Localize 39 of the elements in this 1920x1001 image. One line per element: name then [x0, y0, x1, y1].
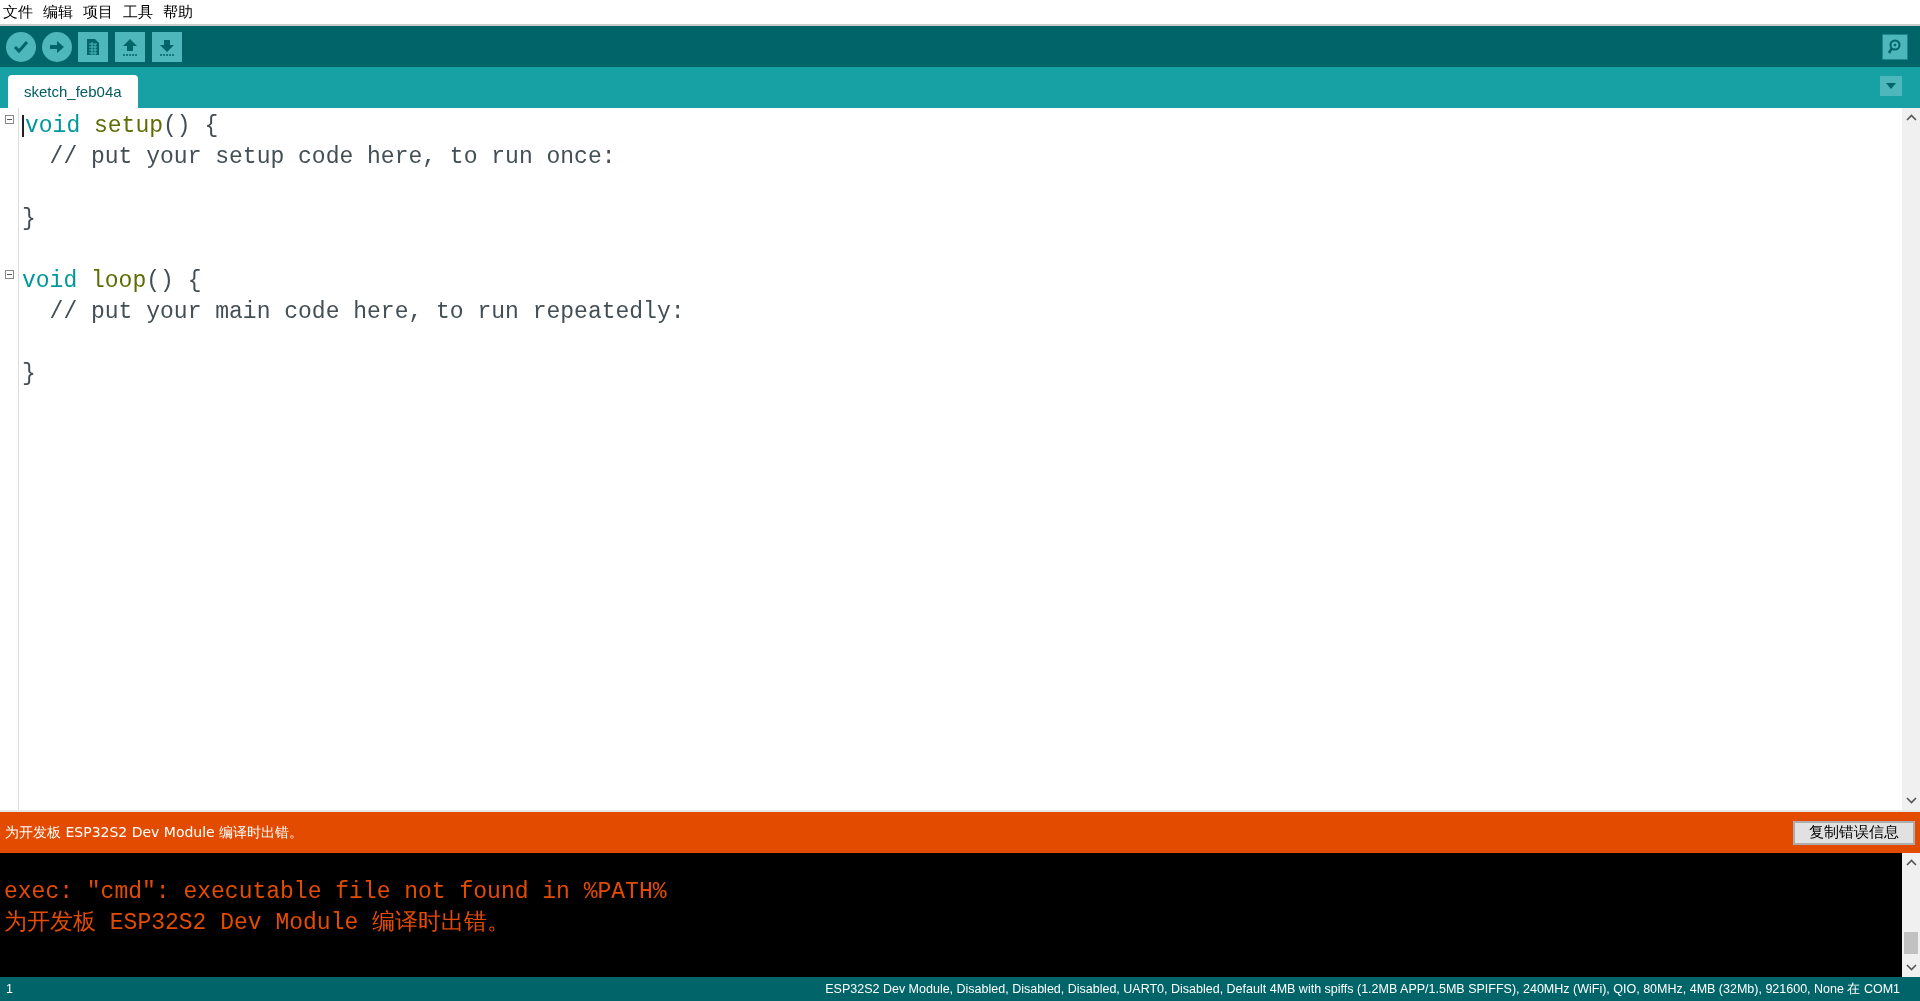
scroll-up-icon[interactable]	[1905, 859, 1917, 866]
console-line: exec: "cmd": executable file not found in %PATH%	[4, 878, 668, 907]
scrollbar-thumb[interactable]	[1904, 932, 1918, 954]
error-message: 为开发板 ESP32S2 Dev Module 编译时出错。	[5, 823, 305, 842]
new-button[interactable]	[78, 31, 108, 62]
sketch-tab[interactable]: sketch_feb04a	[8, 75, 138, 108]
menu-item[interactable]: 项目	[83, 2, 113, 22]
scroll-up-icon[interactable]	[1905, 114, 1917, 121]
upload-button[interactable]	[42, 31, 72, 62]
scroll-down-icon[interactable]	[1905, 964, 1917, 971]
code-line: // put your setup code here, to run once:	[48, 144, 616, 170]
checkmark-icon	[13, 39, 29, 54]
editor-scrollbar[interactable]	[1902, 108, 1920, 810]
menu-item[interactable]: 工具	[123, 2, 153, 22]
code-line: // put your main code here, to run repeatedly:	[48, 299, 685, 325]
arrow-up-icon	[121, 36, 139, 57]
caret-icon	[1886, 83, 1896, 89]
save-button[interactable]	[152, 31, 182, 62]
tab-menu-button[interactable]	[1880, 76, 1902, 96]
serial-monitor-button[interactable]	[1882, 33, 1908, 60]
code-line: void setup() {	[25, 113, 219, 139]
scroll-down-icon[interactable]	[1905, 797, 1917, 804]
board-info: ESP32S2 Dev Module, Disabled, Disabled, Disabled, UART0, Disabled, Default 4MB with spiffs (1.2MB APP/1.5MB SPIFFS), 240MHz (WiFi), QIO, 80MHz, 4MB (32Mb), 921600, None 在 COM1	[825, 980, 1900, 998]
document-icon	[86, 37, 100, 56]
fold-icon[interactable]	[4, 270, 14, 279]
copy-error-button[interactable]: 复制错误信息	[1793, 820, 1915, 845]
arrow-right-icon	[49, 39, 65, 54]
console-scrollbar[interactable]	[1902, 853, 1920, 977]
fold-icon[interactable]	[4, 115, 14, 124]
menu-item[interactable]: 帮助	[163, 2, 193, 22]
code-line: void loop() {	[22, 268, 202, 294]
code-line: }	[22, 206, 36, 232]
line-number: 1	[6, 982, 13, 996]
open-button[interactable]	[115, 31, 145, 62]
menu-item[interactable]: 文件	[3, 2, 33, 22]
code-line: }	[22, 361, 36, 387]
menu-item[interactable]: 编辑	[43, 2, 73, 22]
console-line: 为开发板 ESP32S2 Dev Module 编译时出错。	[4, 909, 512, 938]
verify-button[interactable]	[6, 31, 36, 62]
